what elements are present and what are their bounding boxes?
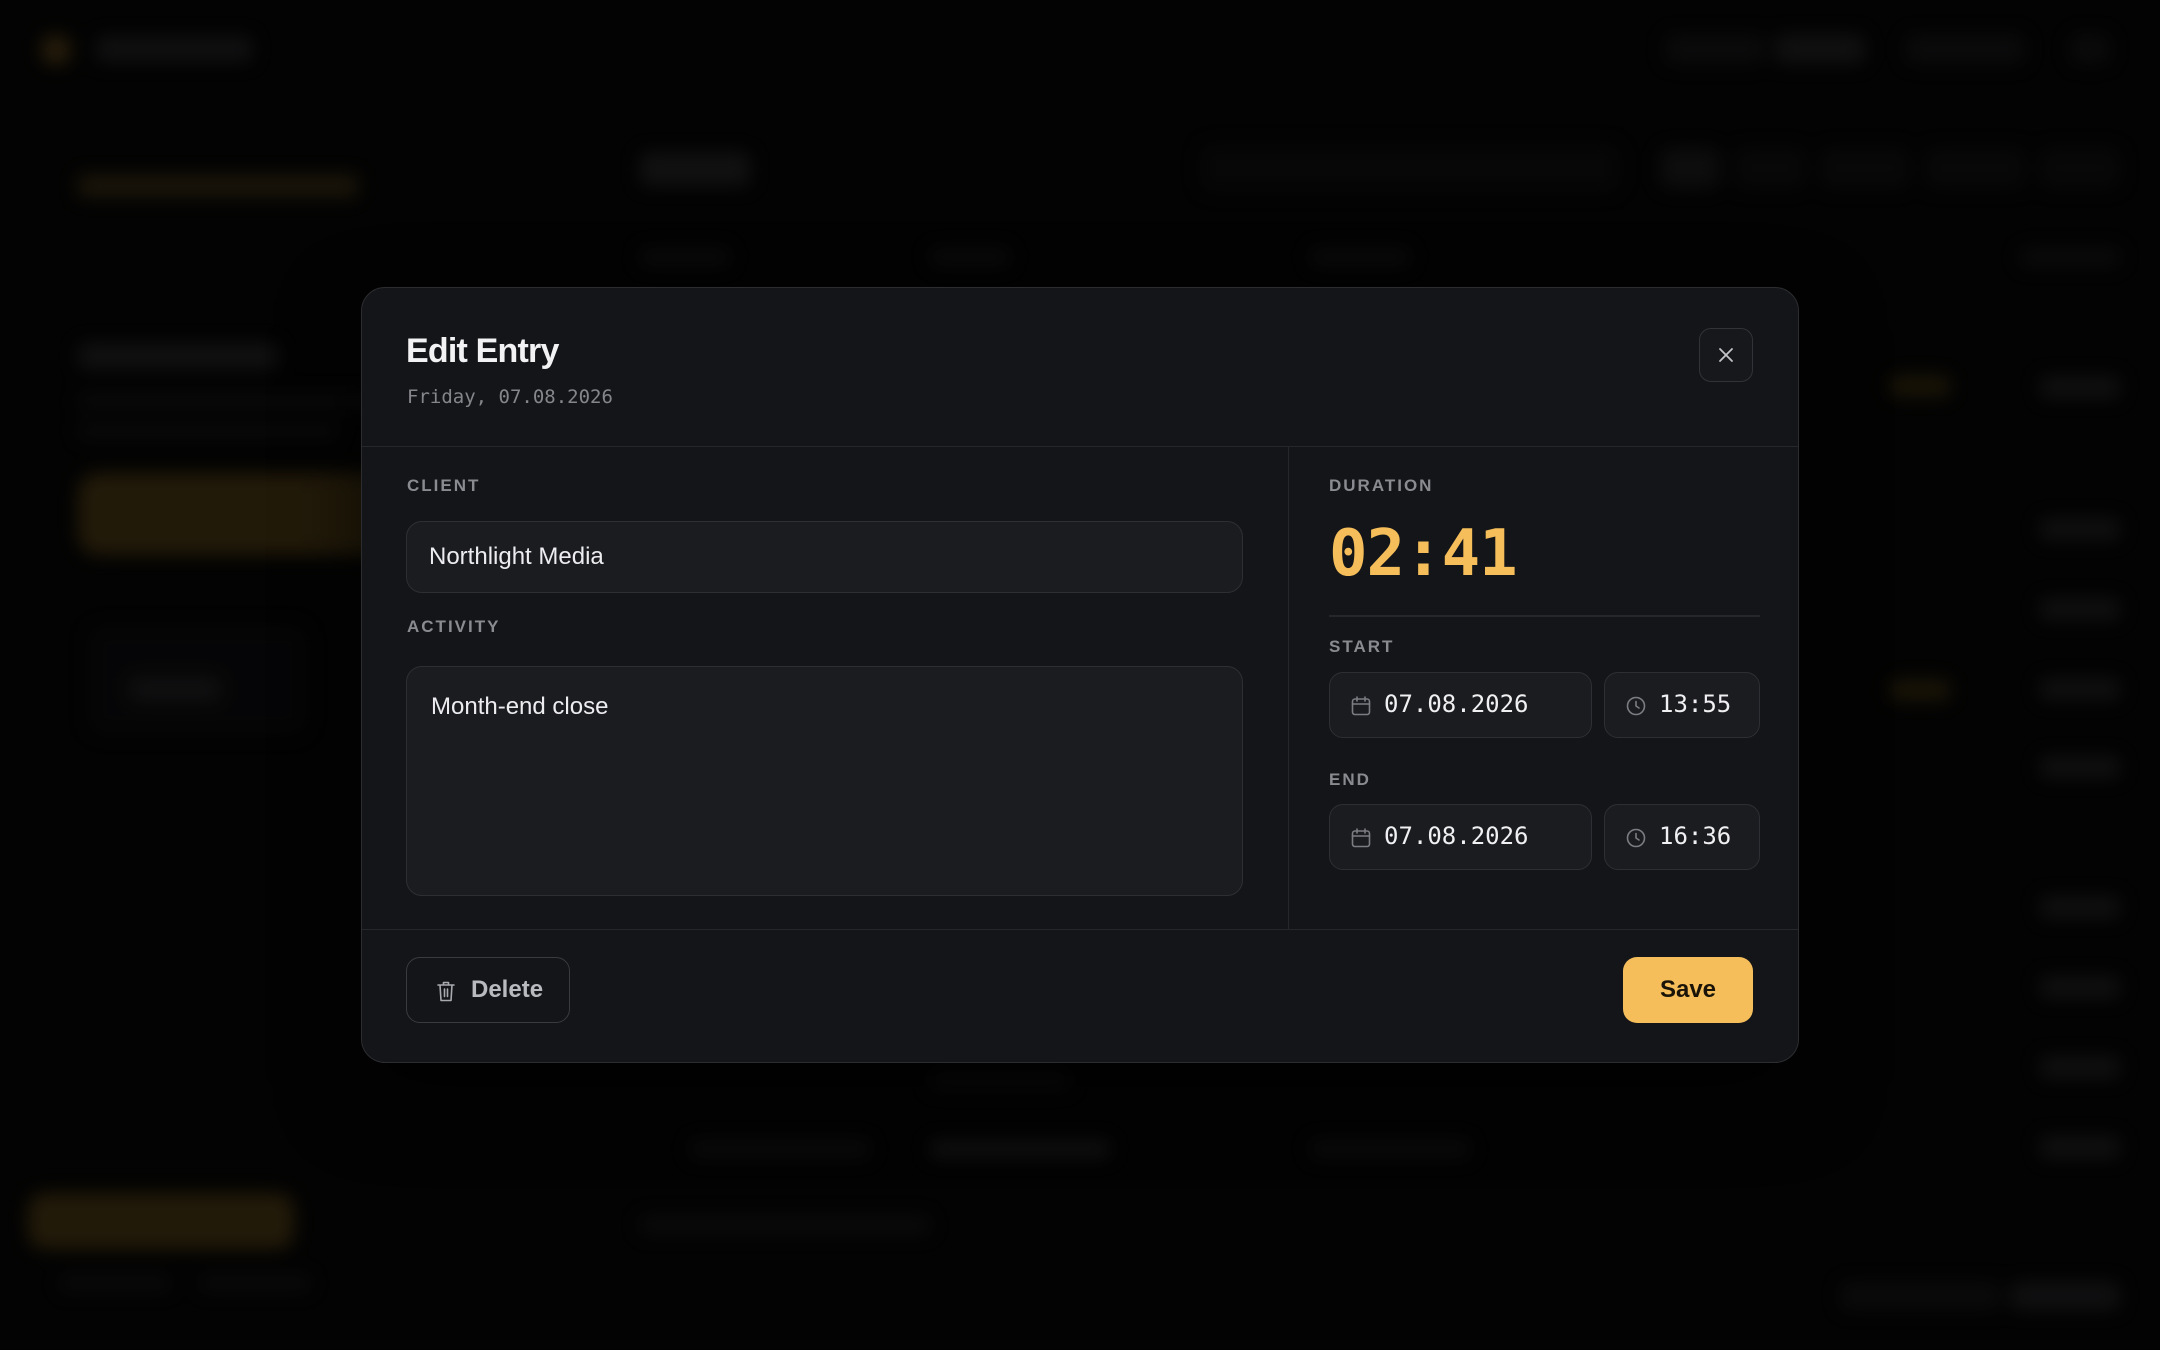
- duration-label: DURATION: [1329, 476, 1434, 495]
- start-time-value: 13:55: [1659, 690, 1732, 718]
- details-pane: CLIENT Northlight Media ACTIVITY Month-e…: [362, 447, 1289, 929]
- end-time-field[interactable]: 16:36: [1604, 804, 1760, 870]
- dialog-date-subtitle: Friday, 07.08.2026: [407, 386, 613, 408]
- close-icon: [1719, 348, 1733, 362]
- client-input[interactable]: Northlight Media: [406, 521, 1243, 593]
- calendar-icon: [1351, 828, 1371, 848]
- dialog-header: Edit Entry Friday, 07.08.2026: [362, 288, 1798, 447]
- dialog-footer: Delete Save: [362, 929, 1798, 1062]
- duration-value: 02:41: [1329, 517, 1518, 591]
- delete-button[interactable]: Delete: [406, 957, 570, 1023]
- edit-entry-dialog: Edit Entry Friday, 07.08.2026 CLIENT Nor…: [361, 287, 1799, 1063]
- end-label: END: [1329, 770, 1371, 789]
- end-date-value: 07.08.2026: [1384, 822, 1529, 850]
- activity-label: ACTIVITY: [407, 617, 501, 636]
- client-label: CLIENT: [407, 476, 481, 495]
- close-button[interactable]: [1699, 328, 1753, 382]
- end-date-field[interactable]: 07.08.2026: [1329, 804, 1592, 870]
- duration-divider: [1329, 615, 1760, 617]
- start-date-field[interactable]: 07.08.2026: [1329, 672, 1592, 738]
- start-time-field[interactable]: 13:55: [1604, 672, 1760, 738]
- activity-textarea[interactable]: Month-end close: [406, 666, 1243, 896]
- clock-icon: [1626, 828, 1646, 848]
- save-button[interactable]: Save: [1623, 957, 1753, 1023]
- delete-button-label: Delete: [471, 976, 544, 1003]
- trash-icon: [437, 981, 455, 1002]
- time-pane: DURATION 02:41 START 07.08.2026 13:55 EN…: [1289, 447, 1798, 929]
- start-label: START: [1329, 637, 1395, 656]
- dialog-title: Edit Entry: [406, 332, 559, 370]
- calendar-icon: [1351, 696, 1371, 716]
- clock-icon: [1626, 696, 1646, 716]
- end-time-value: 16:36: [1659, 822, 1732, 850]
- start-date-value: 07.08.2026: [1384, 690, 1529, 718]
